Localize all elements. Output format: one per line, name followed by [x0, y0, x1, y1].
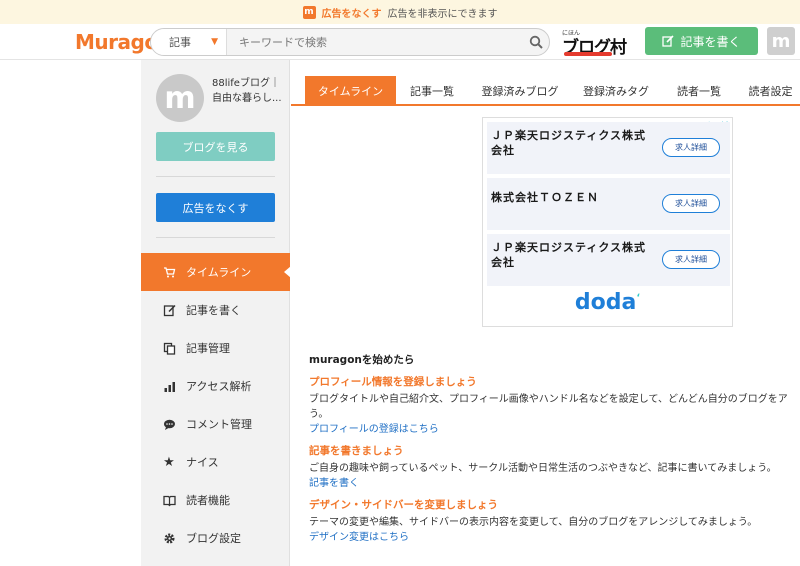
sidebar-item-nice[interactable]: ★ ナイス	[141, 443, 290, 481]
view-blog-button[interactable]: ブログを見る	[156, 132, 275, 161]
gear-icon	[162, 531, 176, 545]
sidebar-item-label: 読者機能	[186, 494, 230, 507]
search-category-select[interactable]: 記事 ▼	[151, 29, 227, 55]
tab-timeline[interactable]: タイムライン	[305, 76, 396, 106]
profile-avatar[interactable]: m	[156, 74, 204, 122]
guide-heading: muragonを始めたら	[309, 354, 415, 366]
sidebar-item-label: 記事管理	[186, 342, 230, 355]
bar-chart-icon	[162, 379, 176, 393]
write-article-label: 記事を書く	[680, 34, 741, 49]
ad-company: 株式会社ＴＯＺＥＮ	[491, 191, 599, 204]
sidebar: m 88lifeブログ｜自由な暮らし... ブログを見る 広告をなくす タイムラ…	[141, 60, 291, 566]
job-ad-box: ▷ ✕ ＪＰ楽天ロジスティクス株式会社 求人詳細 株式会社ＴＯＺＥＮ 求人詳細 …	[482, 117, 733, 327]
guide-section-desc-cont: う。	[309, 409, 329, 420]
ad-row[interactable]: ＪＰ楽天ロジスティクス株式会社 求人詳細	[487, 122, 730, 174]
main-tabs: タイムライン 記事一覧 登録済みブログ 登録済みタグ 読者一覧 読者設定	[291, 60, 800, 106]
guide-section-title: 記事を書きましょう	[309, 445, 404, 457]
blogmura-logo[interactable]: にほん ブログ村	[560, 28, 632, 58]
guide-section-desc: テーマの変更や編集、サイドバーの表示内容を変更して、自分のブログをアレンジしてみ…	[309, 517, 758, 528]
doda-text: doda	[574, 290, 637, 315]
ad-company: ＪＰ楽天ロジスティクス株式会社	[491, 241, 647, 269]
sidebar-item-label: コメント管理	[186, 418, 252, 431]
search-category-label: 記事	[169, 36, 191, 49]
ad-company: ＪＰ楽天ロジスティクス株式会社	[491, 129, 647, 157]
sidebar-item-settings[interactable]: ブログ設定	[141, 519, 290, 557]
copy-icon	[162, 341, 176, 355]
guide-section-title: プロフィール情報を登録しましょう	[309, 376, 477, 388]
job-details-button[interactable]: 求人詳細	[662, 194, 720, 213]
header: Muragon 記事 ▼ にほん ブログ村 記事を書く m	[0, 24, 800, 60]
ad-notice-text: 広告を非表示にできます	[387, 8, 498, 20]
sidebar-item-articles[interactable]: 記事管理	[141, 329, 290, 367]
sidebar-item-label: 記事を書く	[186, 304, 241, 317]
divider	[156, 237, 275, 238]
tab-registered-tags[interactable]: 登録済みタグ	[575, 76, 657, 106]
write-article-link[interactable]: 記事を書く	[309, 476, 800, 491]
guide-section-desc: ブログタイトルや自己紹介文、プロフィール画像やハンドル名などを設定して、どんどん…	[309, 394, 788, 405]
triangle-down-icon: ▼	[211, 37, 218, 47]
search-input[interactable]	[227, 29, 523, 55]
sidebar-item-analytics[interactable]: アクセス解析	[141, 367, 290, 405]
tab-article-list[interactable]: 記事一覧	[399, 76, 465, 106]
sidebar-menu: タイムライン 記事を書く 記事管理 アクセス解析 コメント管理 ★ ナイス 読者…	[141, 253, 291, 557]
remove-ads-link[interactable]: 広告をなくす	[322, 5, 382, 20]
tab-registered-blogs[interactable]: 登録済みブログ	[473, 76, 567, 106]
remove-ads-button[interactable]: 広告をなくす	[156, 193, 275, 222]
user-avatar[interactable]: m	[767, 27, 795, 55]
search-bar: 記事 ▼	[150, 28, 550, 56]
blog-name: 88lifeブログ｜自由な暮らし...	[212, 78, 282, 104]
tab-reader-list[interactable]: 読者一覧	[667, 76, 731, 106]
write-article-button[interactable]: 記事を書く	[645, 27, 758, 55]
comment-icon	[162, 417, 176, 431]
sidebar-item-comments[interactable]: コメント管理	[141, 405, 290, 443]
sidebar-item-timeline[interactable]: タイムライン	[141, 253, 291, 291]
sidebar-item-label: ブログ設定	[186, 532, 241, 545]
getting-started-guide: muragonを始めたら プロフィール情報を登録しましょう ブログタイトルや自己…	[309, 352, 800, 548]
sidebar-item-label: タイムライン	[186, 266, 252, 279]
guide-section-desc: ご自身の趣味や飼っているペット、サークル活動や日常生活のつぶやきなど、記事に書い…	[309, 463, 777, 474]
design-change-link[interactable]: デザイン変更はこちら	[309, 530, 800, 545]
guide-section-title: デザイン・サイドバーを変更しましょう	[309, 499, 498, 511]
doda-logo[interactable]: dodaʻ	[483, 290, 732, 315]
star-icon: ★	[163, 454, 175, 470]
edit-icon	[662, 35, 675, 47]
sidebar-item-label: アクセス解析	[186, 380, 252, 393]
job-details-button[interactable]: 求人詳細	[662, 250, 720, 269]
tab-reader-settings[interactable]: 読者設定	[741, 76, 800, 106]
cart-icon	[162, 265, 176, 279]
divider	[156, 176, 275, 177]
ad-row[interactable]: ＪＰ楽天ロジスティクス株式会社 求人詳細	[487, 234, 730, 286]
ad-row[interactable]: 株式会社ＴＯＺＥＮ 求人詳細	[487, 178, 730, 230]
search-icon[interactable]	[523, 29, 549, 55]
ad-notice-bar: m 広告をなくす 広告を非表示にできます	[0, 0, 800, 24]
sidebar-item-label: ナイス	[186, 456, 219, 469]
blogmura-swoosh	[564, 52, 612, 56]
muragon-badge-icon: m	[302, 5, 316, 19]
profile-register-link[interactable]: プロフィールの登録はこちら	[309, 422, 800, 437]
sidebar-item-readers[interactable]: 読者機能	[141, 481, 290, 519]
edit-icon	[162, 303, 176, 317]
book-icon	[162, 493, 176, 507]
sidebar-item-write[interactable]: 記事を書く	[141, 291, 290, 329]
job-details-button[interactable]: 求人詳細	[662, 138, 720, 157]
doda-mark-icon: ʻ	[636, 292, 641, 304]
